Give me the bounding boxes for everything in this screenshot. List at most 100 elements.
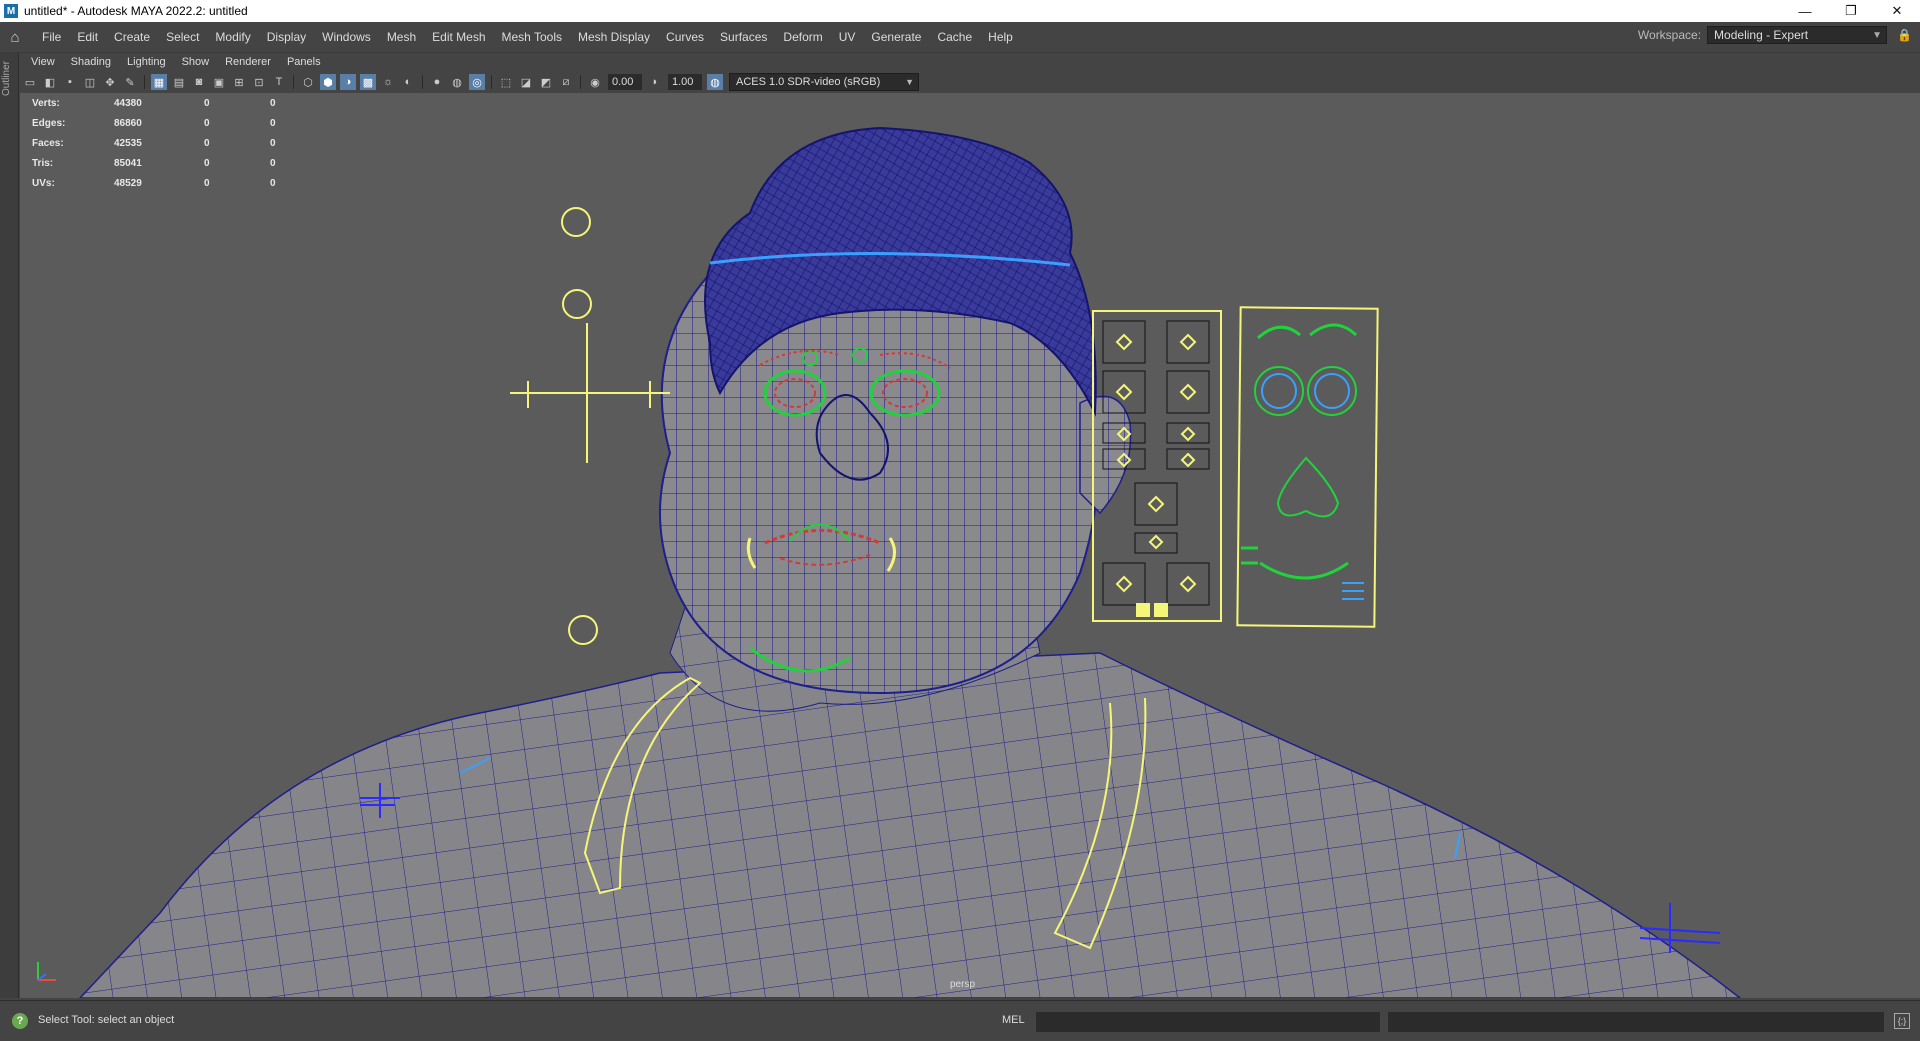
- close-button[interactable]: ✕: [1874, 0, 1920, 22]
- window-controls: — ❐ ✕: [1782, 0, 1920, 22]
- left-side-strip: Outliner: [0, 53, 19, 998]
- panel-menu-show[interactable]: Show: [171, 56, 215, 68]
- minimize-button[interactable]: —: [1782, 0, 1828, 22]
- menu-file[interactable]: File: [34, 30, 69, 44]
- lock-icon[interactable]: 🔒: [1897, 28, 1912, 42]
- panel-brow-right: [1309, 323, 1358, 337]
- panel-menu-view[interactable]: View: [20, 56, 60, 68]
- command-line-input[interactable]: [1036, 1012, 1380, 1032]
- workspace-label: Workspace:: [1637, 28, 1702, 42]
- help-line: ? Select Tool: select an object MEL {;}: [0, 1000, 1920, 1041]
- help-icon[interactable]: ?: [12, 1013, 28, 1029]
- xray-joints-icon[interactable]: ◩: [538, 74, 554, 90]
- workspace-value: Modeling - Expert: [1714, 28, 1809, 42]
- select-camera-icon[interactable]: ▭: [22, 74, 38, 90]
- menu-curves[interactable]: Curves: [658, 30, 712, 44]
- textured-icon[interactable]: ▩: [360, 74, 376, 90]
- menu-deform[interactable]: Deform: [775, 30, 830, 44]
- menu-display[interactable]: Display: [259, 30, 314, 44]
- menu-uv[interactable]: UV: [831, 30, 864, 44]
- gate-mask-icon[interactable]: ▣: [211, 74, 227, 90]
- grease-pencil-icon[interactable]: ✎: [122, 74, 138, 90]
- outliner-tab[interactable]: Outliner: [1, 61, 12, 96]
- camera-attributes-icon[interactable]: ◧: [42, 74, 58, 90]
- hud-value: 44380: [114, 97, 142, 109]
- menu-surfaces[interactable]: Surfaces: [712, 30, 775, 44]
- menu-create[interactable]: Create: [106, 30, 158, 44]
- menu-mesh[interactable]: Mesh: [379, 30, 424, 44]
- wireframe-icon[interactable]: ⬡: [300, 74, 316, 90]
- window-title: untitled* - Autodesk MAYA 2022.2: untitl…: [24, 4, 248, 18]
- smooth-shade-icon[interactable]: ⬢: [320, 74, 336, 90]
- hud-selected: 0: [204, 97, 210, 109]
- isolate-select-icon[interactable]: ⬚: [498, 74, 514, 90]
- panel-mouth-side: [1241, 546, 1258, 565]
- bookmark-icon[interactable]: ▪: [62, 74, 78, 90]
- restore-button[interactable]: ❐: [1828, 0, 1874, 22]
- menu-cache[interactable]: Cache: [929, 30, 980, 44]
- anti-aliasing-icon[interactable]: ◎: [469, 74, 485, 90]
- menu-help[interactable]: Help: [980, 30, 1021, 44]
- menu-mesh-tools[interactable]: Mesh Tools: [494, 30, 570, 44]
- gamma-field[interactable]: 1.00: [668, 74, 702, 90]
- hud-selected-2: 0: [270, 157, 276, 169]
- hud-row-faces: Faces: 42535 0 0: [32, 133, 336, 153]
- grid-icon[interactable]: ▦: [151, 74, 167, 90]
- exposure-icon[interactable]: ◉: [587, 74, 603, 90]
- xray-icon[interactable]: ◪: [518, 74, 534, 90]
- field-chart-icon[interactable]: ⊞: [231, 74, 247, 90]
- ctrl-circle-mid: [562, 289, 592, 319]
- hud-selected: 0: [204, 177, 210, 189]
- face-panel-a-icon: [1136, 603, 1150, 617]
- menu-generate[interactable]: Generate: [863, 30, 929, 44]
- hud-selected: 0: [204, 117, 210, 129]
- xray-components-icon[interactable]: ⧄: [558, 74, 574, 90]
- mel-toggle[interactable]: MEL: [1002, 1014, 1025, 1026]
- script-editor-icon[interactable]: {;}: [1894, 1013, 1910, 1029]
- hud-selected-2: 0: [270, 97, 276, 109]
- menu-mesh-display[interactable]: Mesh Display: [570, 30, 658, 44]
- menu-windows[interactable]: Windows: [314, 30, 379, 44]
- color-management-icon[interactable]: ◍: [707, 74, 723, 90]
- wireframe-on-shaded-icon[interactable]: ◑: [340, 74, 356, 90]
- persp-viewport[interactable]: Verts: 44380 0 0 Edges: 86860 0 0 Faces:…: [20, 93, 1920, 998]
- hud-value: 85041: [114, 157, 142, 169]
- panel-mouth: [1259, 561, 1349, 580]
- toolbar-divider: [144, 75, 145, 89]
- command-result-field: [1388, 1012, 1884, 1032]
- toolbar-divider: [422, 75, 423, 89]
- hud-label: Faces:: [32, 137, 64, 149]
- color-space-select[interactable]: ACES 1.0 SDR-video (sRGB) ▼: [729, 73, 919, 91]
- menu-edit-mesh[interactable]: Edit Mesh: [424, 30, 493, 44]
- shadows-icon[interactable]: ◐: [400, 74, 416, 90]
- home-icon[interactable]: ⌂: [4, 26, 26, 48]
- panel-menu-renderer[interactable]: Renderer: [214, 56, 276, 68]
- chevron-down-icon: ▼: [905, 77, 914, 87]
- ctrl-circle-low: [568, 615, 598, 645]
- camera-name-label: persp: [950, 979, 976, 990]
- film-gate-icon[interactable]: ▤: [171, 74, 187, 90]
- panel-menu-panels[interactable]: Panels: [276, 56, 326, 68]
- panel-eye-right-inner: [1314, 373, 1350, 409]
- menu-select[interactable]: Select: [158, 30, 207, 44]
- safe-action-icon[interactable]: ⊡: [251, 74, 267, 90]
- menu-edit[interactable]: Edit: [69, 30, 106, 44]
- hud-row-uvs: UVs: 48529 0 0: [32, 173, 336, 193]
- panel-menu-lighting[interactable]: Lighting: [116, 56, 171, 68]
- panel-menu-shading[interactable]: Shading: [60, 56, 116, 68]
- gamma-icon[interactable]: ◗: [647, 74, 663, 90]
- toolbar-divider: [580, 75, 581, 89]
- ambient-occlusion-icon[interactable]: ●: [429, 74, 445, 90]
- workspace-select[interactable]: Modeling - Expert ▼: [1707, 26, 1888, 44]
- resolution-gate-icon[interactable]: ◙: [191, 74, 207, 90]
- menu-modify[interactable]: Modify: [207, 30, 258, 44]
- hud-selected-2: 0: [270, 177, 276, 189]
- exposure-field[interactable]: 0.00: [608, 74, 642, 90]
- hud-selected: 0: [204, 157, 210, 169]
- motion-blur-icon[interactable]: ◍: [449, 74, 465, 90]
- image-plane-icon[interactable]: ◫: [82, 74, 98, 90]
- 2d-pan-zoom-icon[interactable]: ✥: [102, 74, 118, 90]
- body-mesh: [78, 652, 1742, 998]
- use-all-lights-icon[interactable]: ☼: [380, 74, 396, 90]
- safe-title-icon[interactable]: T: [271, 74, 287, 90]
